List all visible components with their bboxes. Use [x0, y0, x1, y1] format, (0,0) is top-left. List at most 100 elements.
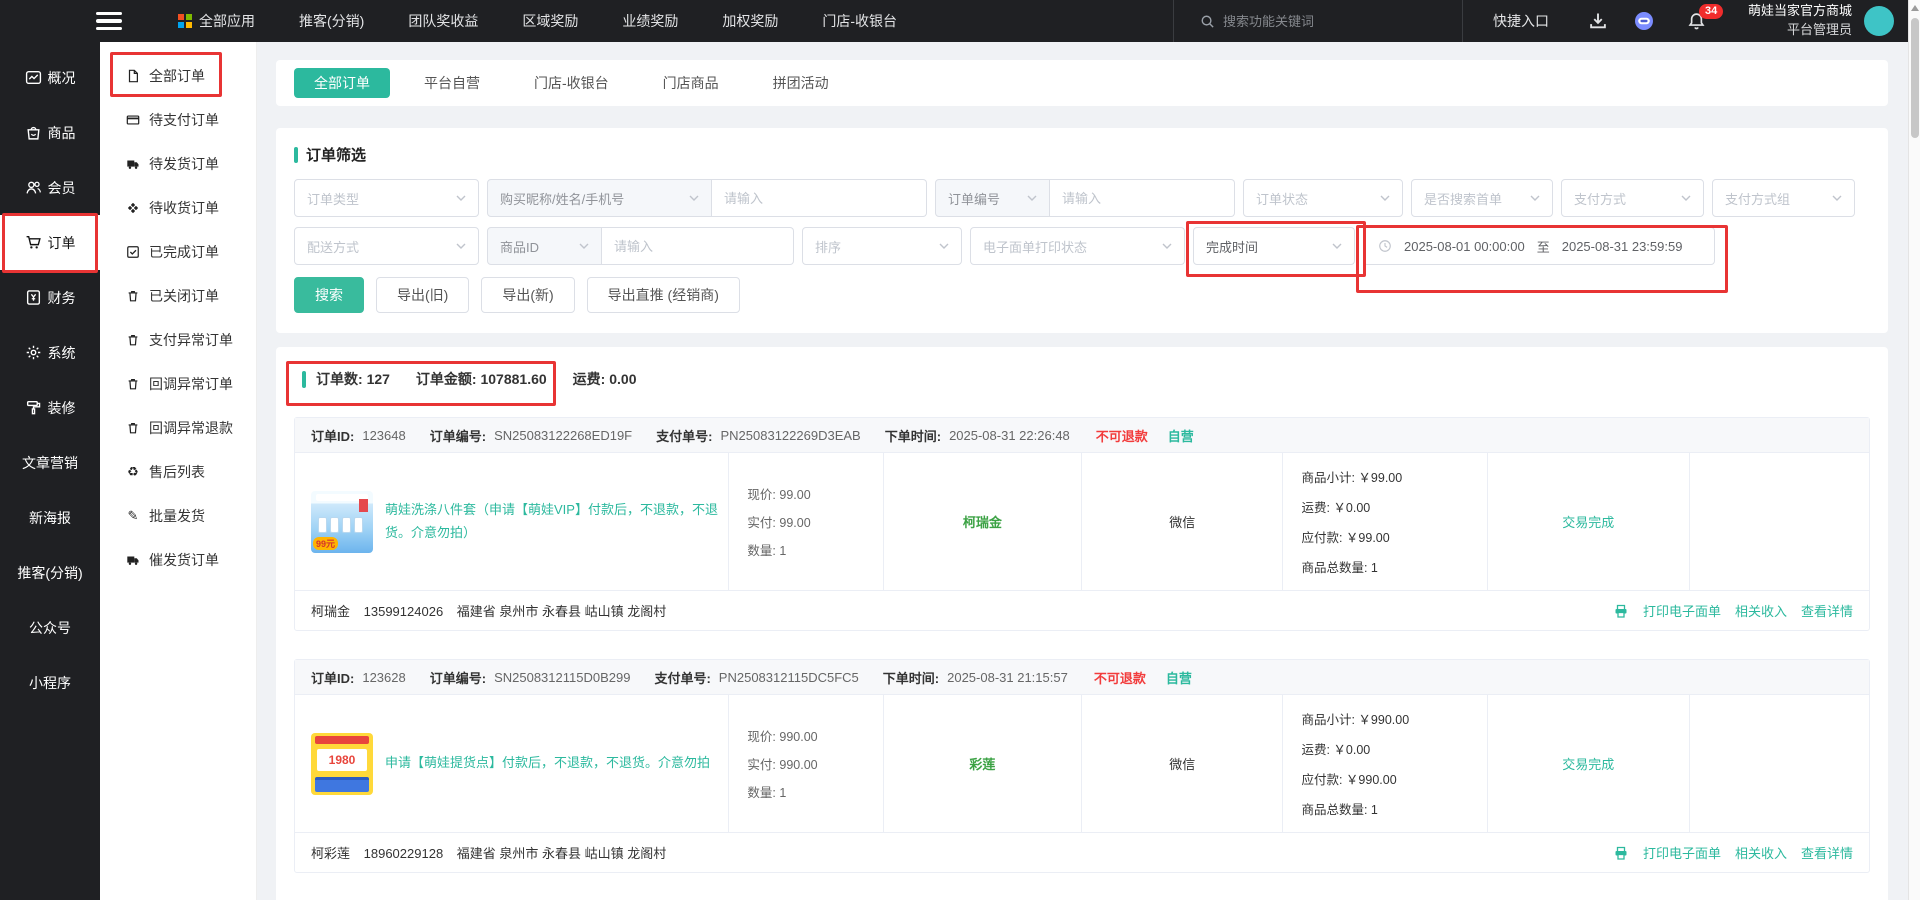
buyer-field-value: 购买昵称/姓名/手机号: [500, 191, 625, 207]
download-icon[interactable]: [1588, 11, 1608, 31]
submenu-item-to-receive-orders[interactable]: 待收货订单: [100, 186, 256, 230]
submenu-label: 批量发货: [149, 508, 205, 524]
buyer-cell[interactable]: 柯瑞金: [884, 453, 1082, 590]
order-sn-value: SN25083122268ED19F: [494, 427, 633, 443]
order-status-select[interactable]: 订单状态: [1243, 179, 1403, 217]
date-range-picker[interactable]: 2025-08-01 00:00:00 至 2025-08-31 23:59:5…: [1363, 227, 1715, 265]
related-income-link[interactable]: 相关收入: [1735, 843, 1787, 862]
function-search[interactable]: [1172, 0, 1463, 42]
sidebar-label: 装修: [47, 399, 76, 416]
all-apps-button[interactable]: 全部应用: [178, 11, 255, 31]
submenu-item-urge-ship-orders[interactable]: 催发货订单: [100, 538, 256, 582]
scroll-up-arrow[interactable]: [1910, 5, 1919, 11]
goods-id-field-select[interactable]: 商品ID: [487, 227, 602, 265]
export-new-button[interactable]: 导出(新): [481, 277, 575, 313]
order-type-select[interactable]: 订单类型: [294, 179, 479, 217]
goods-id-input[interactable]: [602, 227, 794, 265]
tab-all-orders[interactable]: 全部订单: [294, 68, 390, 98]
search-button[interactable]: 搜索: [294, 277, 364, 313]
submenu-item-aftersale-list[interactable]: ♻ 售后列表: [100, 450, 256, 494]
chevron-down-icon: [1530, 195, 1540, 201]
quick-entry-button[interactable]: 快捷入口: [1493, 11, 1549, 31]
tab-group-activity[interactable]: 拼团活动: [753, 68, 849, 98]
assistant-robot-icon[interactable]: [1634, 11, 1654, 31]
chevron-down-icon: [1380, 195, 1390, 201]
printer-icon[interactable]: [1613, 845, 1629, 861]
view-detail-link[interactable]: 查看详情: [1801, 601, 1853, 620]
sidebar-item-mini-program[interactable]: 小程序: [0, 655, 100, 710]
export-old-button[interactable]: 导出(旧): [376, 277, 470, 313]
product-image[interactable]: 99元: [311, 490, 373, 553]
section-marker: [294, 146, 298, 163]
sidebar-item-promoter[interactable]: 推客(分销): [0, 545, 100, 600]
print-eorder-link[interactable]: 打印电子面单: [1643, 843, 1721, 862]
buyer-filter-group: 购买昵称/姓名/手机号: [487, 179, 927, 217]
delivery-select[interactable]: 配送方式: [294, 227, 479, 265]
sidebar-item-new-poster[interactable]: 新海报: [0, 490, 100, 545]
paint-roller-icon: [26, 400, 40, 415]
tab-store-goods[interactable]: 门店商品: [643, 68, 739, 98]
sidebar-item-overview[interactable]: 概况: [0, 50, 100, 105]
topmenu-item-weighted-reward[interactable]: 加权奖励: [722, 11, 778, 31]
submenu-item-callback-exception-orders[interactable]: 回调异常订单: [100, 362, 256, 406]
menu-toggle-icon[interactable]: [96, 8, 130, 34]
pay-method-select[interactable]: 支付方式: [1561, 179, 1704, 217]
submenu-item-callback-exception-refunds[interactable]: 回调异常退款: [100, 406, 256, 450]
order-time-label: 下单时间:: [882, 670, 940, 686]
finish-time-select[interactable]: 完成时间: [1193, 227, 1355, 265]
submenu-item-to-ship-orders[interactable]: 待发货订单: [100, 142, 256, 186]
submenu-item-all-orders[interactable]: 全部订单: [100, 54, 256, 98]
printer-icon[interactable]: [1613, 603, 1629, 619]
product-image[interactable]: 1980: [311, 732, 373, 795]
tab-store-cashier[interactable]: 门店-收银台: [514, 68, 629, 98]
submenu-item-batch-ship[interactable]: ✎ 批量发货: [100, 494, 256, 538]
submenu-label: 回调异常退款: [149, 420, 233, 436]
sidebar-item-system[interactable]: 系统: [0, 325, 100, 380]
submenu-item-completed-orders[interactable]: 已完成订单: [100, 230, 256, 274]
order-payno-value: PN25083122269D3EAB: [720, 427, 861, 443]
avatar[interactable]: [1864, 6, 1894, 36]
thumb-price-badge: 1980: [317, 748, 367, 771]
sidebar-item-finance[interactable]: 财务: [0, 270, 100, 325]
sidebar-item-orders[interactable]: 订单: [0, 215, 100, 270]
sidebar-item-goods[interactable]: 商品: [0, 105, 100, 160]
eorder-print-status-select[interactable]: 电子面单打印状态: [970, 227, 1185, 265]
sidebar-item-article-marketing[interactable]: 文章营销: [0, 435, 100, 490]
topmenu-item-promoter[interactable]: 推客(分销): [299, 11, 364, 31]
order-header: 订单ID: 123628 订单编号: SN2508312115D0B299 支付单号…: [295, 660, 1869, 695]
submenu-item-unpaid-orders[interactable]: 待支付订单: [100, 98, 256, 142]
pay-method-group-select[interactable]: 支付方式组: [1712, 179, 1855, 217]
product-title[interactable]: 萌娃洗涤八件套（申请【萌娃VIP】付款后，不退款，不退货。介意勿拍）: [385, 499, 718, 543]
sidebar-label: 系统: [47, 344, 76, 361]
scrollbar-thumb[interactable]: [1911, 18, 1919, 138]
buyer-input[interactable]: [712, 179, 927, 217]
sidebar-item-official-account[interactable]: 公众号: [0, 600, 100, 655]
submenu-item-pay-exception-orders[interactable]: 支付异常订单: [100, 318, 256, 362]
order-no-input[interactable]: [1050, 179, 1235, 217]
related-income-link[interactable]: 相关收入: [1735, 601, 1787, 620]
search-input[interactable]: [1222, 13, 1423, 29]
topmenu-item-performance-reward[interactable]: 业绩奖励: [622, 11, 678, 31]
sidebar-item-decorate[interactable]: 装修: [0, 380, 100, 435]
empty-cell: [1690, 695, 1869, 832]
shipping-address: 柯瑞金 13599124026 福建省 泉州市 永春县 岵山镇 龙阁村: [311, 601, 676, 620]
tab-platform-self[interactable]: 平台自营: [404, 68, 500, 98]
export-direct-button[interactable]: 导出直推 (经销商): [586, 277, 740, 313]
view-detail-link[interactable]: 查看详情: [1801, 843, 1853, 862]
product-title[interactable]: 申请【萌娃提货点】付款后，不退款，不退货。介意勿拍: [385, 752, 710, 774]
truck-icon: [127, 160, 139, 169]
buyer-field-select[interactable]: 购买昵称/姓名/手机号: [487, 179, 712, 217]
sort-select[interactable]: 排序: [802, 227, 962, 265]
submenu-item-closed-orders[interactable]: 已关闭订单: [100, 274, 256, 318]
order-no-field-select[interactable]: 订单编号: [935, 179, 1050, 217]
sidebar-label: 推客(分销): [17, 564, 83, 581]
sidebar-item-members[interactable]: 会员: [0, 160, 100, 215]
topmenu-item-region-reward[interactable]: 区域奖励: [522, 11, 578, 31]
first-order-select[interactable]: 是否搜索首单: [1411, 179, 1553, 217]
topmenu-item-team-income[interactable]: 团队奖收益: [408, 11, 478, 31]
notifications-button[interactable]: 34: [1687, 3, 1724, 31]
page-scrollbar[interactable]: [1908, 0, 1920, 900]
print-eorder-link[interactable]: 打印电子面单: [1643, 601, 1721, 620]
topmenu-item-store-cashier[interactable]: 门店-收银台: [822, 11, 897, 31]
buyer-cell[interactable]: 彩莲: [884, 695, 1082, 832]
